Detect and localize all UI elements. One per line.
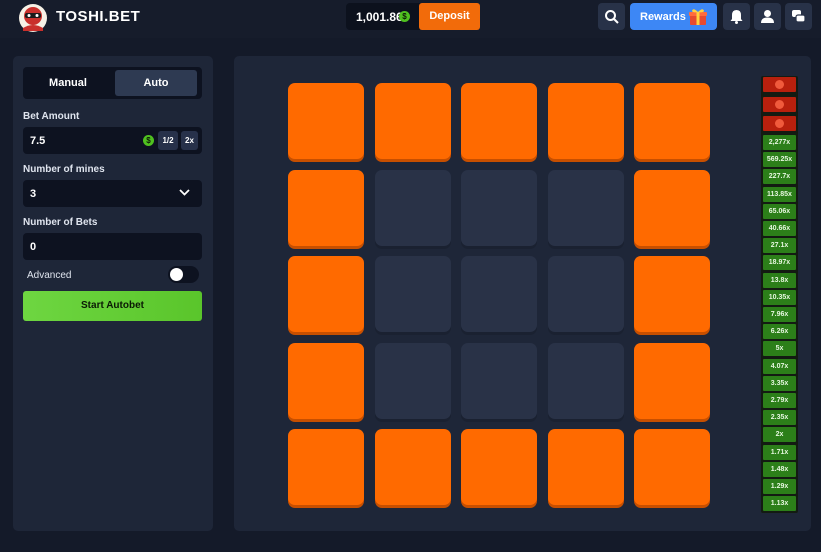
mine-indicator [763,116,796,131]
mine-tile[interactable] [461,83,537,159]
mine-icon [775,99,784,109]
bet-control-panel: Manual Auto Bet Amount 7.5 $ 1/2 2x Numb… [13,56,213,531]
mine-tile[interactable] [547,429,624,505]
mine-tile[interactable] [547,83,624,159]
multiplier-step: 2,277x [763,135,796,150]
bets-value: 0 [30,241,37,253]
mine-tile[interactable] [374,429,451,505]
mine-tile[interactable] [288,83,364,159]
mines-select[interactable]: 3 [23,180,202,207]
mine-tile[interactable] [461,256,537,332]
multiplier-step: 1.13x [763,496,796,512]
mine-tile[interactable] [461,429,537,505]
gift-icon [689,9,707,25]
notifications-button[interactable] [723,3,750,30]
multiplier-step: 3.35x [763,375,796,391]
deposit-button[interactable]: Deposit [419,3,480,30]
multiplier-step: 13.8x [763,272,796,288]
chevron-down-icon [179,189,190,196]
multiplier-step: 113.85x [763,186,796,202]
multiplier-step: 40.66x [763,221,796,236]
advanced-label: Advanced [27,270,72,281]
multiplier-step: 65.06x [763,203,796,219]
balance-amount: 1,001.86 [356,10,403,24]
multiplier-step: 7.96x [763,307,796,322]
bets-input[interactable]: 0 [23,233,202,260]
multiplier-step: 2.79x [763,393,796,408]
mine-icon [775,119,784,128]
mine-tile[interactable] [288,342,364,419]
mine-tile[interactable] [288,256,364,332]
multiplier-step: 1.29x [763,479,796,494]
mine-tile[interactable] [374,256,451,332]
toshi-logo-icon[interactable] [15,2,51,34]
mode-tabs: Manual Auto [23,67,202,99]
multiplier-step: 2.35x [763,410,796,426]
mine-tile[interactable] [461,169,537,246]
mine-icon [775,80,784,89]
mine-tile[interactable] [374,83,451,159]
mines-value: 3 [30,188,37,200]
coin-icon: $ [143,135,154,146]
bell-icon [730,10,743,24]
rewards-button[interactable]: Rewards [630,3,717,30]
start-autobet-button[interactable]: Start Autobet [23,291,202,321]
multiplier-step: 18.97x [763,255,796,271]
mine-indicator [763,96,796,112]
search-icon [605,10,619,24]
user-icon [761,10,774,23]
top-bar: TOSHI.BET 1,001.86 $ Deposit Rewards [0,0,821,38]
half-bet-button[interactable]: 1/2 [158,131,178,150]
profile-button[interactable] [754,3,781,30]
search-button[interactable] [598,3,625,30]
multiplier-step: 10.35x [763,289,796,305]
mine-tile[interactable] [547,342,624,419]
multiplier-step: 1.71x [763,444,796,460]
mine-tile[interactable] [547,256,624,332]
chat-button[interactable] [785,3,812,30]
bet-amount-value: 7.5 [30,135,46,147]
advanced-toggle[interactable] [168,266,199,283]
mine-tile[interactable] [288,169,364,246]
coin-icon: $ [399,11,410,22]
mine-tile[interactable] [547,169,624,246]
toggle-knob [170,268,183,281]
mine-tile[interactable] [634,169,710,246]
bet-amount-label: Bet Amount [23,111,80,122]
multiplier-ladder: 2,277x 569.25x 227.7x 113.85x 65.06x 40.66x 27… [761,76,798,513]
bet-amount-field[interactable]: 7.5 $ 1/2 2x [23,127,202,154]
tab-manual[interactable]: Manual [27,70,109,96]
mine-tile[interactable] [374,169,451,246]
chat-icon [792,10,806,23]
tab-auto[interactable]: Auto [115,70,197,96]
mine-tile[interactable] [634,342,710,419]
multiplier-step: 27.1x [763,238,796,254]
multiplier-step: 227.7x [763,169,796,185]
multiplier-step: 5x [763,341,796,357]
mine-tile[interactable] [288,429,364,505]
multiplier-step: 2x [763,427,796,443]
double-bet-button[interactable]: 2x [181,131,198,150]
mine-tile[interactable] [374,342,451,419]
mine-tile[interactable] [634,429,710,505]
multiplier-step: 6.26x [763,324,796,340]
multiplier-step: 4.07x [763,358,796,374]
bets-label: Number of Bets [23,217,98,228]
mine-tile[interactable] [461,342,537,419]
mine-tile[interactable] [634,256,710,332]
mines-label: Number of mines [23,164,105,175]
multiplier-step: 569.25x [763,152,796,168]
mine-indicator [763,77,796,92]
mine-tile[interactable] [634,83,710,159]
mines-board [234,56,811,531]
multiplier-step: 1.48x [763,461,796,477]
brand-name[interactable]: TOSHI.BET [56,8,140,25]
rewards-label: Rewards [640,11,686,23]
